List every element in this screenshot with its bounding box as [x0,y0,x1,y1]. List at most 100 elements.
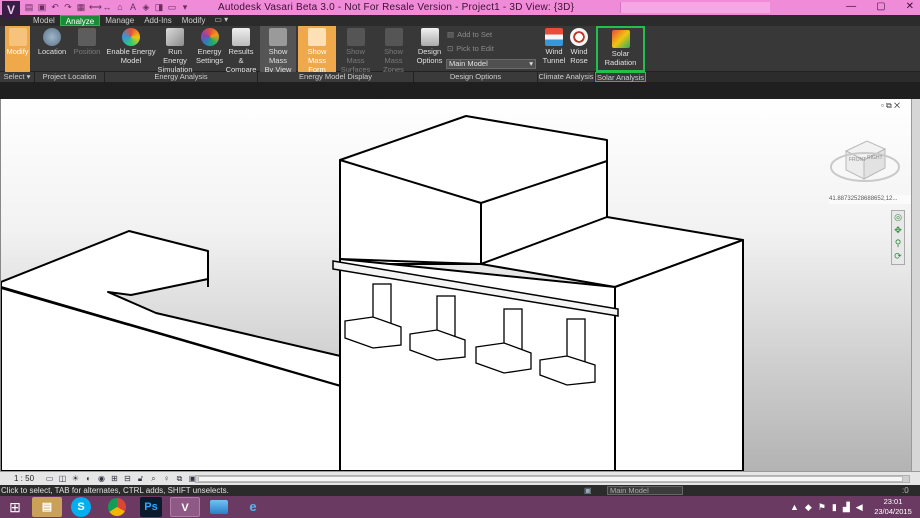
windows-taskbar: ⊞ ▤ S Ps V e ▲ ◆ ⚑ ▮ ▟ ◀ 23:01 23/04/201… [0,496,920,518]
switch-windows-icon[interactable]: ▾ [180,2,190,12]
show-mass-by-view-button[interactable]: Show Mass By View [260,26,296,74]
internet-explorer-icon[interactable]: e [238,497,268,517]
vertical-scrollbar[interactable] [911,99,920,471]
simulation-icon [166,28,184,46]
show-mass-surfaces-button[interactable]: Show Mass Surfaces [337,26,374,74]
show-mass-zones-button[interactable]: Show Mass Zones [375,26,412,74]
clock[interactable]: 23:01 23/04/2015 [868,497,918,517]
skype-icon[interactable]: S [71,497,91,517]
show-rendering-icon[interactable]: ◉ [96,473,107,484]
solar-radiation-button[interactable]: Solar Radiation [596,26,645,72]
window-controls: — ▢ ✕ [846,1,914,12]
3d-viewport[interactable]: FRONT RIGHT [0,99,911,471]
network-icon[interactable]: ▟ [843,502,850,513]
design-option-select[interactable]: Main Model ▾ [446,59,536,69]
show-mass-form-button[interactable]: Show Mass Form [298,26,336,74]
action-center-icon[interactable]: ⚑ [818,502,826,513]
panel-design-options: Design Options [414,72,538,82]
wind-tunnel-icon [545,28,563,46]
results-compare-button[interactable]: Results & Compare [225,26,257,74]
ribbon-toggle-button[interactable]: ▭ ▾ [214,15,228,26]
active-design-option-select[interactable]: Main Model [607,486,683,495]
system-tray: ▲ ◆ ⚑ ▮ ▟ ◀ [790,502,863,513]
tab-analyze[interactable]: Analyze [59,15,101,26]
view-scale[interactable]: 1 : 50 [14,474,34,483]
pick-to-edit-button[interactable]: ⊡ Pick to Edit [447,44,494,53]
analysis-display-icon[interactable]: ⧉ [174,473,185,484]
scrollbar-thumb[interactable] [198,476,903,482]
tray-app-icon[interactable]: ◆ [805,502,812,513]
panel-solar-analysis: Solar Analysis [595,72,646,82]
location-button[interactable]: Location [36,26,68,72]
maximize-icon[interactable]: ▢ [876,1,885,12]
view-tab-strip [0,82,920,99]
ribbon-panel-labels: Select ▾ Project Location Energy Analysi… [0,72,920,82]
run-energy-simulation-button[interactable]: Run Energy Simulation [157,26,193,74]
shadows-icon[interactable]: ◐ [83,473,94,484]
chevron-down-icon: ▾ [529,59,533,68]
undo-icon[interactable]: ↶ [50,2,60,12]
orbit-icon[interactable]: ⟳ [892,250,904,263]
energy-settings-icon [200,28,219,46]
editable-only-icon[interactable]: ▣ [584,486,592,495]
crop-view-icon[interactable]: ⊞ [109,473,120,484]
3d-view-icon[interactable]: ◈ [141,2,151,12]
search-box[interactable] [620,2,770,13]
tag-icon[interactable]: ⌂ [115,2,125,12]
redo-icon[interactable]: ↷ [63,2,73,12]
text-icon[interactable]: A [128,2,138,12]
measure-icon[interactable]: ⟷ [89,2,102,12]
close-hidden-icon[interactable]: ▭ [167,2,177,12]
sun-path-icon[interactable]: ☀ [70,473,81,484]
section-icon[interactable]: ◨ [154,2,164,12]
wind-rose-button[interactable]: Wind Rose [568,26,590,72]
visual-style-icon[interactable]: ◫ [57,473,68,484]
tab-add-ins[interactable]: Add-Ins [139,15,177,26]
detail-level-icon[interactable]: ▭ [44,473,55,484]
reveal-hidden-icon[interactable]: ♀ [161,473,172,484]
add-to-set-button[interactable]: ▤ Add to Set [447,30,492,39]
modify-button[interactable]: Modify [5,26,30,72]
close-icon[interactable]: ✕ [906,1,914,12]
minimize-icon[interactable]: — [846,1,856,12]
energy-settings-button[interactable]: Energy Settings [196,26,223,72]
start-button[interactable]: ⊞ [4,497,26,517]
open-icon[interactable]: ▤ [24,2,34,12]
tab-model[interactable]: Model [28,15,60,26]
app-menu-button[interactable]: V [2,1,20,19]
battery-icon[interactable]: ▮ [832,502,837,513]
steering-wheel-icon[interactable]: ◎ [892,211,904,224]
file-explorer-icon[interactable]: ▤ [32,497,62,517]
show-crop-icon[interactable]: ⊟ [122,473,133,484]
position-button[interactable]: Position [72,26,102,72]
pan-icon[interactable]: ✥ [892,224,904,237]
mass-zones-icon [384,28,403,46]
volume-icon[interactable]: ◀ [856,502,863,513]
chrome-icon[interactable] [102,497,132,517]
enable-energy-model-button[interactable]: Enable Energy Model [106,26,156,72]
zoom-icon[interactable]: ⚲ [892,237,904,250]
temporary-hide-icon[interactable]: ⌕ [148,473,159,484]
unlock-view-icon[interactable]: 🔓︎ [135,473,146,484]
design-options-button[interactable]: Design Options [416,26,443,72]
viewport-window-controls[interactable]: ▫ ⧉ ✕ [881,101,900,111]
tab-manage[interactable]: Manage [100,15,139,26]
design-options-icon [420,28,439,46]
vasari-icon[interactable]: V [170,497,200,517]
print-icon[interactable]: ▦ [76,2,86,12]
save-icon[interactable]: ▣ [37,2,47,12]
position-icon [78,28,96,46]
selection-filter[interactable]: :0 [902,486,909,495]
window-title: Autodesk Vasari Beta 3.0 - Not For Resal… [218,2,575,13]
view-control-bar: 1 : 50 ▭ ◫ ☀ ◐ ◉ ⊞ ⊟ 🔓︎ ⌕ ♀ ⧉ ▣ ‹ [0,471,920,485]
add-to-set-icon: ▤ [447,30,455,39]
tray-expand-icon[interactable]: ▲ [790,502,799,513]
horizontal-scrollbar[interactable] [195,475,910,483]
paint-icon[interactable] [204,497,234,517]
photoshop-icon[interactable]: Ps [140,497,162,517]
panel-select[interactable]: Select ▾ [0,72,35,82]
wind-tunnel-button[interactable]: Wind Tunnel [541,26,567,72]
dimension-icon[interactable]: ↔ [102,2,112,12]
tab-modify[interactable]: Modify [177,15,211,26]
mass-model-drawing: FRONT RIGHT [1,115,900,471]
